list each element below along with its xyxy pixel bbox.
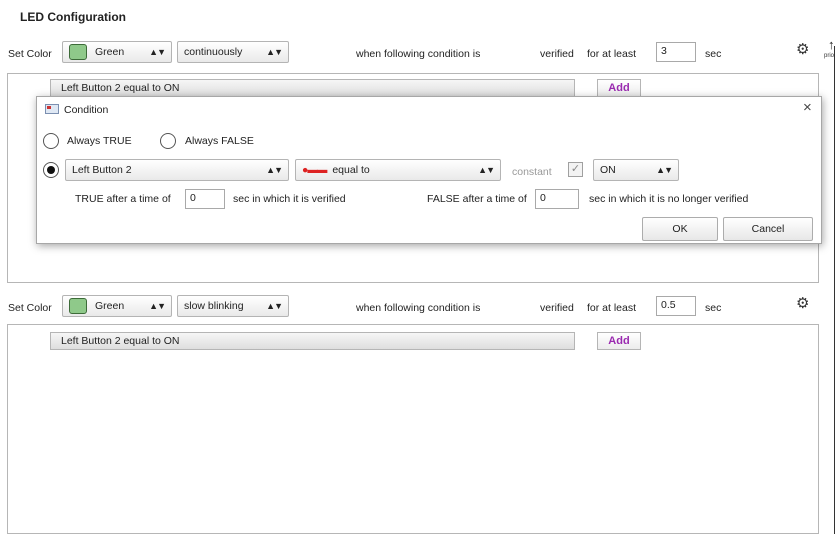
condition-list-panel [7, 324, 819, 534]
always-true-label: Always TRUE [67, 135, 132, 147]
window-icon [45, 104, 59, 114]
mode-select[interactable]: slow blinking ▲▼ [177, 295, 289, 317]
mode-select[interactable]: continuously ▲▼ [177, 41, 289, 63]
value-select[interactable]: ON ▲▼ [593, 159, 679, 181]
operator-icon: ●▬▬ [302, 164, 327, 176]
value-select-value: ON [600, 164, 616, 176]
add-button[interactable]: Add [597, 332, 641, 350]
true-after-label: TRUE after a time of [75, 193, 171, 205]
condition-row[interactable]: Left Button 2 equal to ON [50, 79, 575, 97]
operator-select-value: equal to [332, 164, 370, 176]
constant-label: constant [512, 166, 552, 178]
duration-input[interactable]: 0.5 [656, 296, 696, 316]
true-time-input[interactable]: 0 [185, 189, 225, 209]
priority-label: prio [824, 53, 835, 59]
sec-label: sec [705, 48, 722, 60]
condition-label: when following condition is [356, 48, 481, 60]
always-true-radio[interactable] [43, 133, 59, 149]
mode-select-value: continuously [184, 46, 243, 58]
add-button[interactable]: Add [597, 79, 641, 97]
source-select-value: Left Button 2 [72, 164, 132, 176]
verified-label: verified [540, 302, 574, 314]
verified-label: verified [540, 48, 574, 60]
sec-label: sec [705, 302, 722, 314]
color-select[interactable]: Green ▲▼ [62, 295, 172, 317]
always-false-label: Always FALSE [185, 135, 254, 147]
cancel-button[interactable]: Cancel [723, 217, 813, 241]
operator-select[interactable]: ●▬▬ equal to ▲▼ [295, 159, 501, 181]
updown-arrows-icon: ▲▼ [149, 301, 166, 311]
gear-icon[interactable]: ⚙ [796, 296, 809, 311]
true-sec-label: sec in which it is verified [233, 193, 346, 205]
false-time-input[interactable]: 0 [535, 189, 579, 209]
updown-arrows-icon: ▲▼ [266, 301, 283, 311]
set-color-label: Set Color [8, 48, 52, 60]
gear-icon[interactable]: ⚙ [796, 42, 809, 57]
updown-arrows-icon: ▲▼ [266, 165, 283, 175]
condition-row[interactable]: Left Button 2 equal to ON [50, 332, 575, 350]
source-select[interactable]: Left Button 2 ▲▼ [65, 159, 289, 181]
updown-arrows-icon: ▲▼ [478, 165, 495, 175]
condition-dialog: Condition × Always TRUE Always FALSE Lef… [36, 96, 822, 244]
color-select-value: Green [95, 300, 125, 312]
page-title: LED Configuration [20, 10, 126, 24]
for-at-least-label: for at least [587, 48, 637, 60]
updown-arrows-icon: ▲▼ [266, 47, 283, 57]
duration-input[interactable]: 3 [656, 42, 696, 62]
color-select-value: Green [95, 46, 125, 58]
always-false-radio[interactable] [160, 133, 176, 149]
for-at-least-label: for at least [587, 302, 637, 314]
color-swatch [69, 298, 87, 314]
set-color-label: Set Color [8, 302, 52, 314]
false-sec-label: sec in which it is no longer verified [589, 193, 749, 205]
updown-arrows-icon: ▲▼ [149, 47, 166, 57]
mode-select-value: slow blinking [184, 300, 244, 312]
ok-button[interactable]: OK [642, 217, 718, 241]
condition-label: when following condition is [356, 302, 481, 314]
color-swatch [69, 44, 87, 60]
updown-arrows-icon: ▲▼ [656, 165, 673, 175]
color-select[interactable]: Green ▲▼ [62, 41, 172, 63]
custom-condition-radio[interactable] [43, 162, 59, 178]
close-icon[interactable]: × [803, 99, 812, 116]
priority-track [834, 46, 835, 534]
dialog-title: Condition [64, 104, 109, 116]
constant-checkbox[interactable]: ✓ [568, 162, 583, 177]
false-after-label: FALSE after a time of [427, 193, 527, 205]
